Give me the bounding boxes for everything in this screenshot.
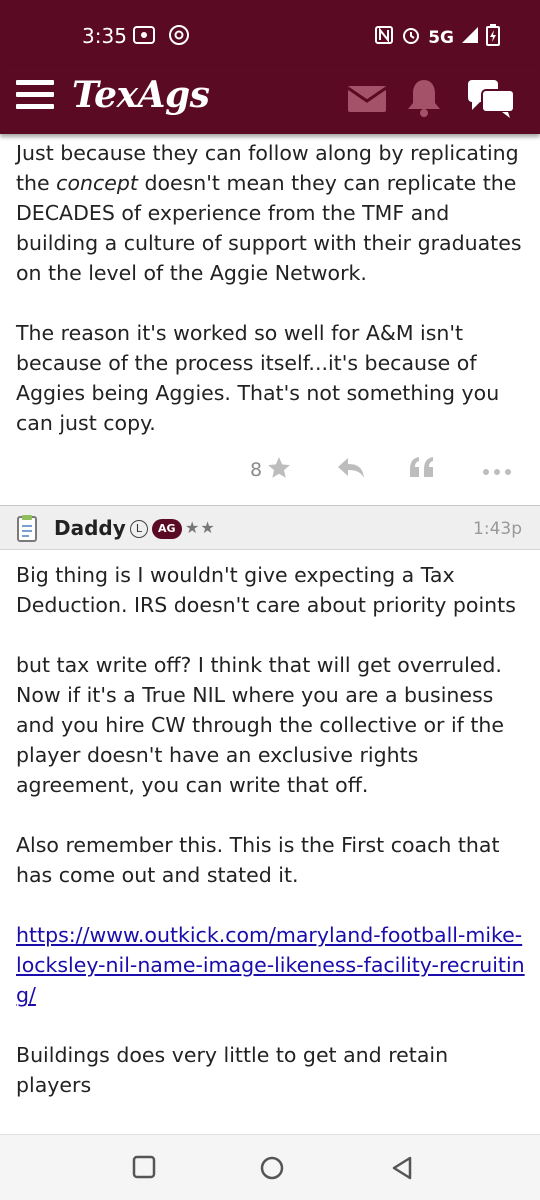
- quote-button[interactable]: [408, 452, 436, 488]
- post-2-header: Daddy L AG ★★ 1:43p: [0, 506, 540, 550]
- app-bar: TexAgs: [0, 66, 540, 134]
- post-actions: 8: [0, 452, 540, 492]
- brand-logo[interactable]: TexAgs: [72, 74, 210, 116]
- mail-icon[interactable]: [347, 86, 387, 116]
- system-nav-bar: [0, 1134, 540, 1200]
- post-1-paragraph: The reason it's worked so well for A&M i…: [16, 321, 500, 435]
- post-1: Just because they can follow along by re…: [0, 134, 540, 506]
- menu-icon[interactable]: [16, 80, 54, 114]
- chat-icon[interactable]: [466, 78, 518, 122]
- ag-badge: AG: [152, 519, 182, 539]
- rating-stars: ★★: [185, 518, 216, 537]
- article-link[interactable]: https://www.outkick.com/maryland-footbal…: [16, 923, 525, 1007]
- more-button[interactable]: [482, 452, 512, 488]
- post-1-paragraph: Just because they can follow along by re…: [16, 141, 522, 285]
- status-time: 3:35: [82, 24, 127, 48]
- nfc-icon: [374, 25, 394, 50]
- network-label: 5G: [428, 27, 454, 48]
- post-2-paragraph: but tax write off? I think that will get…: [16, 653, 505, 797]
- recents-icon[interactable]: [132, 1155, 156, 1183]
- post-1-body: Just because they can follow along by re…: [16, 138, 526, 468]
- star-count: 8: [250, 459, 263, 481]
- lifetime-badge: L: [130, 520, 148, 538]
- post-2-body: Big thing is I wouldn't give expecting a…: [16, 560, 526, 1130]
- more-icon: [482, 461, 512, 480]
- back-icon[interactable]: [390, 1155, 414, 1185]
- signal-icon: [460, 25, 480, 50]
- reply-button[interactable]: [336, 452, 366, 488]
- user-avatar-icon[interactable]: [16, 515, 38, 547]
- status-bar: 3:35 5G: [0, 0, 540, 66]
- star-icon: [266, 455, 292, 485]
- post-2-paragraph: Big thing is I wouldn't give expecting a…: [16, 563, 516, 617]
- bell-icon[interactable]: [406, 78, 442, 122]
- cast-icon: [132, 24, 156, 50]
- post-timestamp: 1:43p: [473, 519, 522, 539]
- username[interactable]: Daddy: [54, 516, 126, 540]
- post-2-paragraph: Buildings does very little to get and re…: [16, 1043, 449, 1097]
- battery-icon: [486, 24, 500, 51]
- home-icon[interactable]: [259, 1155, 285, 1185]
- quote-icon: [408, 455, 436, 485]
- alarm-icon: [400, 24, 422, 51]
- chrome-icon: [168, 24, 190, 50]
- reply-icon: [336, 455, 366, 485]
- star-button[interactable]: 8: [250, 452, 292, 488]
- post-2-paragraph: Also remember this. This is the First co…: [16, 833, 500, 887]
